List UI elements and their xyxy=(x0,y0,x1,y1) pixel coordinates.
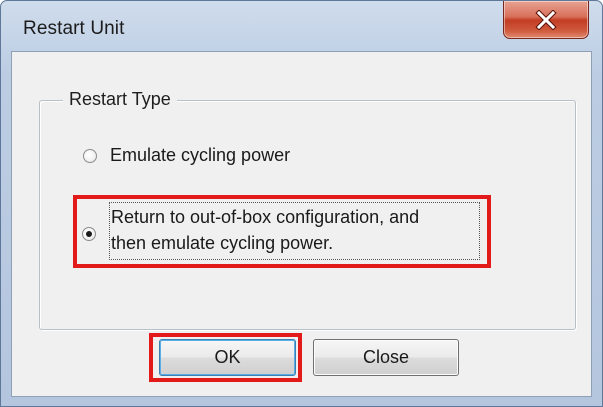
title-bar[interactable]: Restart Unit xyxy=(1,1,602,51)
close-icon xyxy=(504,3,588,37)
dialog-client-area: Restart Type Emulate cycling power Retur… xyxy=(11,51,592,397)
highlight-outline-ok xyxy=(149,333,302,382)
window-title: Restart Unit xyxy=(23,18,125,39)
close-button[interactable]: Close xyxy=(313,339,459,376)
restart-type-legend: Restart Type xyxy=(63,89,177,110)
radio-emulate-cycling-power[interactable] xyxy=(83,149,97,163)
highlight-outline-option xyxy=(73,195,491,268)
radio-label-emulate[interactable]: Emulate cycling power xyxy=(110,143,290,168)
dialog-window: Restart Unit Restart Type Emulate cyclin… xyxy=(0,0,603,407)
window-bottom-frame xyxy=(1,397,602,406)
window-close-button[interactable] xyxy=(503,1,589,39)
